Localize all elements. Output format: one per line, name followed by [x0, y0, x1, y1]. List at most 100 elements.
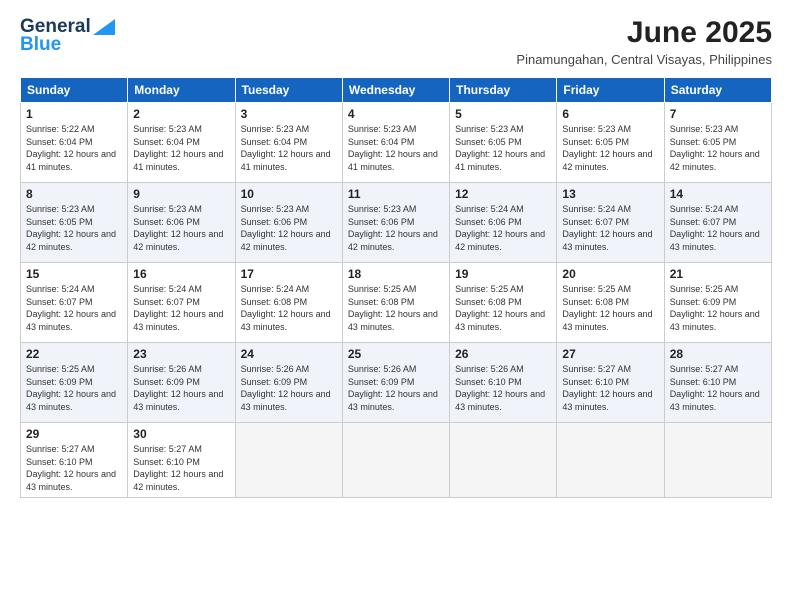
calendar-cell: 15 Sunrise: 5:24 AMSunset: 6:07 PMDaylig… [21, 263, 128, 343]
page: General Blue June 2025 Pinamungahan, Cen… [0, 0, 792, 612]
calendar-cell: 18 Sunrise: 5:25 AMSunset: 6:08 PMDaylig… [342, 263, 449, 343]
day-number: 27 [562, 347, 658, 361]
day-info: Sunrise: 5:26 AMSunset: 6:09 PMDaylight:… [241, 364, 331, 412]
day-info: Sunrise: 5:24 AMSunset: 6:07 PMDaylight:… [562, 204, 652, 252]
day-number: 22 [26, 347, 122, 361]
day-number: 6 [562, 107, 658, 121]
day-number: 21 [670, 267, 766, 281]
calendar-cell: 29 Sunrise: 5:27 AMSunset: 6:10 PMDaylig… [21, 423, 128, 498]
calendar-cell: 23 Sunrise: 5:26 AMSunset: 6:09 PMDaylig… [128, 343, 235, 423]
day-number: 23 [133, 347, 229, 361]
day-info: Sunrise: 5:24 AMSunset: 6:07 PMDaylight:… [670, 204, 760, 252]
calendar-cell [450, 423, 557, 498]
day-number: 16 [133, 267, 229, 281]
day-info: Sunrise: 5:25 AMSunset: 6:09 PMDaylight:… [670, 284, 760, 332]
calendar-cell: 25 Sunrise: 5:26 AMSunset: 6:09 PMDaylig… [342, 343, 449, 423]
day-info: Sunrise: 5:25 AMSunset: 6:08 PMDaylight:… [455, 284, 545, 332]
header-sunday: Sunday [21, 78, 128, 103]
header-thursday: Thursday [450, 78, 557, 103]
header-monday: Monday [128, 78, 235, 103]
logo-icon [93, 19, 115, 35]
day-number: 11 [348, 187, 444, 201]
day-number: 24 [241, 347, 337, 361]
day-number: 18 [348, 267, 444, 281]
calendar-cell: 9 Sunrise: 5:23 AMSunset: 6:06 PMDayligh… [128, 183, 235, 263]
day-number: 2 [133, 107, 229, 121]
subtitle: Pinamungahan, Central Visayas, Philippin… [516, 52, 772, 67]
day-info: Sunrise: 5:25 AMSunset: 6:09 PMDaylight:… [26, 364, 116, 412]
day-info: Sunrise: 5:23 AMSunset: 6:06 PMDaylight:… [241, 204, 331, 252]
day-number: 13 [562, 187, 658, 201]
day-info: Sunrise: 5:26 AMSunset: 6:09 PMDaylight:… [348, 364, 438, 412]
calendar-cell: 27 Sunrise: 5:27 AMSunset: 6:10 PMDaylig… [557, 343, 664, 423]
day-number: 15 [26, 267, 122, 281]
calendar-week-5: 29 Sunrise: 5:27 AMSunset: 6:10 PMDaylig… [21, 423, 772, 498]
calendar-cell: 7 Sunrise: 5:23 AMSunset: 6:05 PMDayligh… [664, 103, 771, 183]
calendar-cell [664, 423, 771, 498]
calendar-cell: 26 Sunrise: 5:26 AMSunset: 6:10 PMDaylig… [450, 343, 557, 423]
day-info: Sunrise: 5:23 AMSunset: 6:06 PMDaylight:… [348, 204, 438, 252]
calendar-cell [235, 423, 342, 498]
day-number: 1 [26, 107, 122, 121]
calendar-cell: 17 Sunrise: 5:24 AMSunset: 6:08 PMDaylig… [235, 263, 342, 343]
day-number: 19 [455, 267, 551, 281]
calendar-cell: 2 Sunrise: 5:23 AMSunset: 6:04 PMDayligh… [128, 103, 235, 183]
day-number: 29 [26, 427, 122, 441]
day-info: Sunrise: 5:23 AMSunset: 6:04 PMDaylight:… [133, 124, 223, 172]
day-info: Sunrise: 5:23 AMSunset: 6:05 PMDaylight:… [455, 124, 545, 172]
day-number: 7 [670, 107, 766, 121]
day-info: Sunrise: 5:23 AMSunset: 6:04 PMDaylight:… [348, 124, 438, 172]
calendar-cell: 3 Sunrise: 5:23 AMSunset: 6:04 PMDayligh… [235, 103, 342, 183]
day-number: 3 [241, 107, 337, 121]
day-number: 17 [241, 267, 337, 281]
calendar-cell: 20 Sunrise: 5:25 AMSunset: 6:08 PMDaylig… [557, 263, 664, 343]
day-info: Sunrise: 5:23 AMSunset: 6:04 PMDaylight:… [241, 124, 331, 172]
day-info: Sunrise: 5:23 AMSunset: 6:05 PMDaylight:… [670, 124, 760, 172]
day-number: 12 [455, 187, 551, 201]
day-info: Sunrise: 5:22 AMSunset: 6:04 PMDaylight:… [26, 124, 116, 172]
logo-blue: Blue [20, 34, 61, 56]
calendar-cell: 4 Sunrise: 5:23 AMSunset: 6:04 PMDayligh… [342, 103, 449, 183]
day-info: Sunrise: 5:23 AMSunset: 6:05 PMDaylight:… [26, 204, 116, 252]
day-info: Sunrise: 5:26 AMSunset: 6:10 PMDaylight:… [455, 364, 545, 412]
header-tuesday: Tuesday [235, 78, 342, 103]
day-info: Sunrise: 5:27 AMSunset: 6:10 PMDaylight:… [133, 444, 223, 492]
day-info: Sunrise: 5:25 AMSunset: 6:08 PMDaylight:… [348, 284, 438, 332]
calendar-cell: 14 Sunrise: 5:24 AMSunset: 6:07 PMDaylig… [664, 183, 771, 263]
day-info: Sunrise: 5:24 AMSunset: 6:08 PMDaylight:… [241, 284, 331, 332]
day-number: 8 [26, 187, 122, 201]
header-friday: Friday [557, 78, 664, 103]
calendar-week-1: 1 Sunrise: 5:22 AMSunset: 6:04 PMDayligh… [21, 103, 772, 183]
calendar-cell: 28 Sunrise: 5:27 AMSunset: 6:10 PMDaylig… [664, 343, 771, 423]
day-info: Sunrise: 5:23 AMSunset: 6:05 PMDaylight:… [562, 124, 652, 172]
calendar-cell: 24 Sunrise: 5:26 AMSunset: 6:09 PMDaylig… [235, 343, 342, 423]
day-number: 14 [670, 187, 766, 201]
calendar-cell: 10 Sunrise: 5:23 AMSunset: 6:06 PMDaylig… [235, 183, 342, 263]
day-number: 9 [133, 187, 229, 201]
calendar-week-2: 8 Sunrise: 5:23 AMSunset: 6:05 PMDayligh… [21, 183, 772, 263]
calendar-cell [557, 423, 664, 498]
calendar-cell: 6 Sunrise: 5:23 AMSunset: 6:05 PMDayligh… [557, 103, 664, 183]
day-number: 25 [348, 347, 444, 361]
calendar-header-row: Sunday Monday Tuesday Wednesday Thursday… [21, 78, 772, 103]
calendar-cell: 13 Sunrise: 5:24 AMSunset: 6:07 PMDaylig… [557, 183, 664, 263]
calendar-cell: 19 Sunrise: 5:25 AMSunset: 6:08 PMDaylig… [450, 263, 557, 343]
calendar-table: Sunday Monday Tuesday Wednesday Thursday… [20, 77, 772, 498]
day-number: 4 [348, 107, 444, 121]
day-info: Sunrise: 5:24 AMSunset: 6:07 PMDaylight:… [26, 284, 116, 332]
day-info: Sunrise: 5:27 AMSunset: 6:10 PMDaylight:… [670, 364, 760, 412]
calendar-cell: 1 Sunrise: 5:22 AMSunset: 6:04 PMDayligh… [21, 103, 128, 183]
day-number: 5 [455, 107, 551, 121]
calendar-cell [342, 423, 449, 498]
calendar-week-3: 15 Sunrise: 5:24 AMSunset: 6:07 PMDaylig… [21, 263, 772, 343]
day-number: 30 [133, 427, 229, 441]
header-wednesday: Wednesday [342, 78, 449, 103]
calendar-cell: 30 Sunrise: 5:27 AMSunset: 6:10 PMDaylig… [128, 423, 235, 498]
day-number: 20 [562, 267, 658, 281]
calendar-cell: 8 Sunrise: 5:23 AMSunset: 6:05 PMDayligh… [21, 183, 128, 263]
day-info: Sunrise: 5:27 AMSunset: 6:10 PMDaylight:… [562, 364, 652, 412]
day-info: Sunrise: 5:27 AMSunset: 6:10 PMDaylight:… [26, 444, 116, 492]
calendar-cell: 11 Sunrise: 5:23 AMSunset: 6:06 PMDaylig… [342, 183, 449, 263]
day-info: Sunrise: 5:26 AMSunset: 6:09 PMDaylight:… [133, 364, 223, 412]
header: General Blue June 2025 Pinamungahan, Cen… [20, 16, 772, 67]
